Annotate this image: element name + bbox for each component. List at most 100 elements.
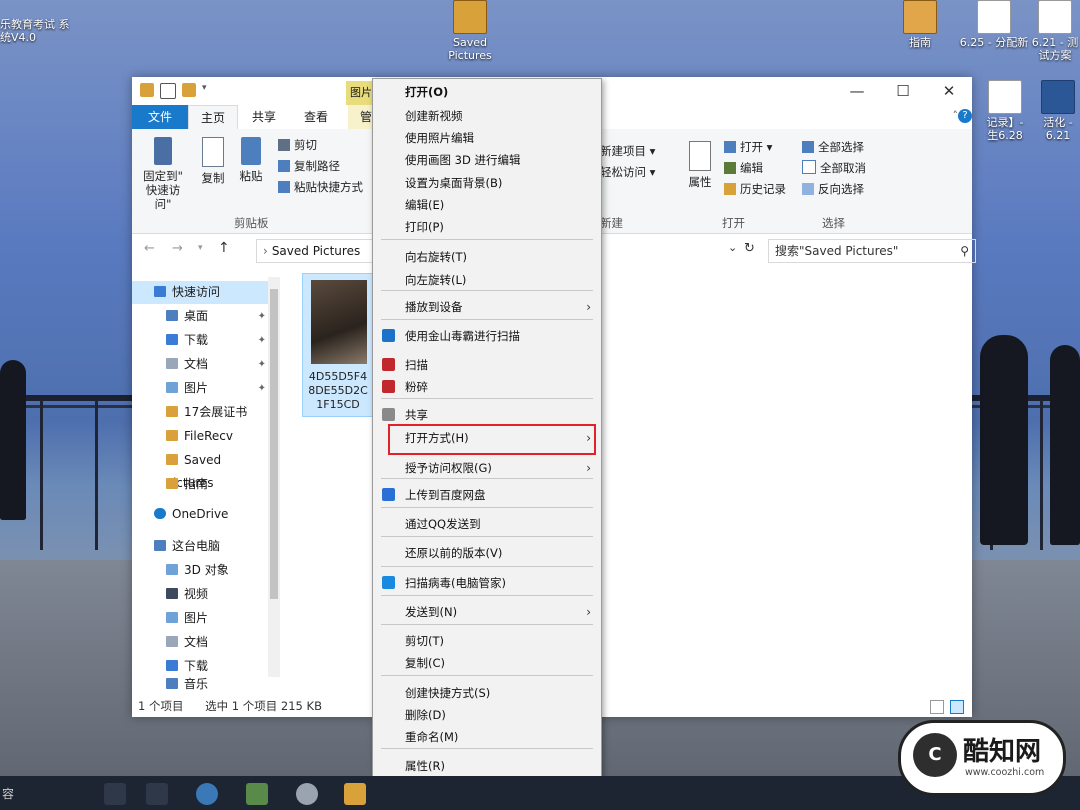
context-menu-item[interactable]: 扫描病毒(电脑管家) — [373, 572, 601, 594]
context-menu-item[interactable]: 创建新视频 — [373, 105, 601, 127]
history-button[interactable]: 历史记录 — [724, 179, 786, 200]
context-menu-item[interactable]: 编辑(E) — [373, 194, 601, 216]
nav-item-pc-downloads[interactable]: 下载 — [132, 655, 270, 678]
context-menu-item[interactable]: 复制(C) — [373, 652, 601, 674]
minimize-button[interactable]: — — [834, 77, 880, 105]
app-icon[interactable] — [296, 783, 318, 805]
context-menu-item[interactable]: 扫描 — [373, 354, 601, 376]
context-menu-item[interactable]: 使用金山毒霸进行扫描 — [373, 325, 601, 347]
context-menu-item[interactable]: 上传到百度网盘 — [373, 484, 601, 506]
microphone-icon[interactable] — [104, 783, 126, 805]
context-menu-item[interactable]: 打印(P) — [373, 216, 601, 238]
copy-path-button[interactable]: 复制路径 — [278, 156, 340, 177]
select-all-button[interactable]: 全部选择 — [802, 137, 864, 158]
desktop-icon-word-doc[interactable]: 活化 - 6.21 — [1036, 80, 1080, 142]
desktop-icon-doc-621[interactable]: 6.21 - 测试方案 — [1030, 0, 1080, 62]
context-menu-item[interactable]: 粉碎 — [373, 376, 601, 398]
taskbar-search-text[interactable]: 容 — [2, 785, 14, 802]
desktop-icon-guide[interactable]: 指南 — [895, 0, 945, 49]
large-icons-view-icon[interactable] — [950, 700, 964, 714]
context-menu-item[interactable]: 属性(R) — [373, 755, 601, 777]
new-item-button[interactable]: 新建项目 ▾ — [600, 141, 655, 162]
context-menu-label: 播放到设备 — [405, 300, 463, 314]
context-menu-item[interactable]: 使用照片编辑 — [373, 127, 601, 149]
nav-item-guide[interactable]: 指南 — [132, 473, 270, 496]
edit-button[interactable]: 编辑 — [724, 158, 763, 179]
context-menu-item[interactable]: 创建快捷方式(S) — [373, 682, 601, 704]
context-menu-item[interactable]: 设置为桌面背景(B) — [373, 172, 601, 194]
file-explorer-icon[interactable] — [344, 783, 366, 805]
nav-item-downloads[interactable]: 下载 ✦ — [132, 329, 270, 352]
pin-quick-access-button[interactable]: 固定到" 快速访问" — [138, 137, 188, 211]
nav-scrollbar-thumb[interactable] — [270, 289, 278, 599]
tab-home[interactable]: 主页 — [188, 105, 239, 130]
history-icon — [724, 183, 736, 195]
properties-button[interactable]: 属性 — [680, 141, 720, 189]
context-menu-item[interactable]: 删除(D) — [373, 704, 601, 726]
context-menu-item[interactable]: 播放到设备 › — [373, 296, 601, 318]
context-menu-item[interactable]: 重命名(M) — [373, 726, 601, 748]
forward-arrow-icon[interactable]: → — [172, 241, 183, 256]
nav-onedrive[interactable]: OneDrive — [132, 503, 270, 526]
desktop-icon-saved-pictures[interactable]: Saved Pictures — [440, 0, 500, 62]
copy-button[interactable]: 复制 — [198, 137, 228, 185]
browser-icon[interactable] — [196, 783, 218, 805]
context-menu-item[interactable]: 发送到(N) › — [373, 601, 601, 623]
close-button[interactable]: ✕ — [926, 77, 972, 105]
context-menu-item[interactable]: 还原以前的版本(V) — [373, 542, 601, 564]
back-arrow-icon[interactable]: ← — [144, 241, 155, 256]
nav-quick-access[interactable]: 快速访问 — [132, 281, 270, 304]
new-folder-icon[interactable] — [182, 83, 196, 97]
context-menu-item[interactable]: 打开(O) — [373, 81, 601, 103]
nav-item-documents[interactable]: 文档 ✦ — [132, 353, 270, 376]
easy-access-button[interactable]: 轻松访问 ▾ — [600, 162, 655, 183]
context-menu-item[interactable]: 向右旋转(T) — [373, 246, 601, 268]
tab-file[interactable]: 文件 — [132, 105, 189, 129]
address-box[interactable]: › Saved Pictures — [256, 239, 376, 263]
context-menu-item[interactable]: 授予访问权限(G) › — [373, 457, 601, 479]
desktop-icon-exam-system[interactable]: 乐教育考试 系统V4.0 — [0, 0, 70, 44]
file-item[interactable]: 4D55D5F4 8DE55D2C 1F15CD — [302, 273, 374, 417]
context-menu-item[interactable]: 通过QQ发送到 — [373, 513, 601, 535]
up-arrow-icon[interactable]: ↑ — [218, 240, 230, 256]
nav-item-pc-documents[interactable]: 文档 — [132, 631, 270, 654]
recent-locations-icon[interactable]: ▾ — [198, 243, 203, 253]
cut-button[interactable]: 剪切 — [278, 135, 317, 156]
chevron-down-icon[interactable]: ▾ — [202, 83, 210, 97]
tab-view[interactable]: 查看 — [292, 105, 340, 129]
nav-item-17-certificates[interactable]: 17会展证书 — [132, 401, 270, 424]
task-view-icon[interactable] — [146, 783, 168, 805]
context-menu-item[interactable]: 向左旋转(L) — [373, 269, 601, 291]
desktop-icon-record[interactable]: 记录】- 生6.28 — [980, 80, 1030, 142]
properties-icon[interactable] — [160, 83, 176, 99]
star-icon — [154, 286, 166, 297]
context-menu-item[interactable]: 使用画图 3D 进行编辑 — [373, 149, 601, 171]
context-menu-item[interactable]: 共享 — [373, 404, 601, 426]
select-none-button[interactable]: 全部取消 — [802, 158, 866, 179]
context-menu-item[interactable]: 剪切(T) — [373, 630, 601, 652]
address-dropdown-icon[interactable]: ⌄ — [728, 241, 737, 254]
nav-item-music[interactable]: 音乐 — [132, 677, 270, 691]
desktop-icon-doc-625[interactable]: 6.25 - 分配新 — [958, 0, 1030, 49]
search-input[interactable]: 搜索"Saved Pictures" ⚲ — [768, 239, 976, 263]
help-icon[interactable]: ? — [958, 109, 972, 123]
tab-share[interactable]: 共享 — [240, 105, 288, 129]
nav-this-pc[interactable]: 这台电脑 — [132, 535, 270, 558]
nav-item-filerecv[interactable]: FileRecv — [132, 425, 270, 448]
nav-item-saved-pictures[interactable]: Saved Pictures — [132, 449, 270, 490]
app-icon[interactable] — [246, 783, 268, 805]
refresh-icon[interactable]: ↻ — [744, 241, 755, 256]
nav-item-desktop[interactable]: 桌面 ✦ — [132, 305, 270, 328]
nav-item-3d-objects[interactable]: 3D 对象 — [132, 559, 270, 582]
invert-selection-button[interactable]: 反向选择 — [802, 179, 864, 200]
maximize-button[interactable]: ☐ — [880, 77, 926, 105]
nav-item-pictures[interactable]: 图片 ✦ — [132, 377, 270, 400]
paste-shortcut-button[interactable]: 粘贴快捷方式 — [278, 177, 363, 198]
open-button[interactable]: 打开 ▾ — [724, 137, 772, 158]
pin-icon: ✦ — [257, 359, 266, 370]
paste-button[interactable]: 粘贴 — [236, 137, 266, 183]
nav-item-pc-pictures[interactable]: 图片 — [132, 607, 270, 630]
nav-item-videos[interactable]: 视频 — [132, 583, 270, 606]
details-view-icon[interactable] — [930, 700, 944, 714]
folder-icon[interactable] — [140, 83, 154, 97]
